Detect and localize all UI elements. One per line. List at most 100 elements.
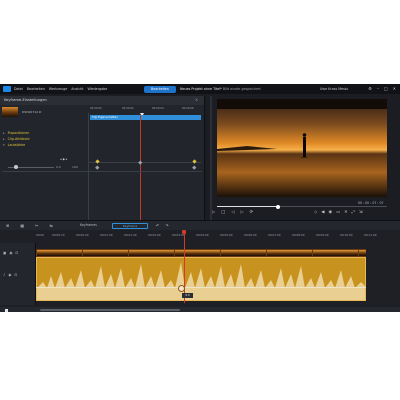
external-icon[interactable]: ⇲ xyxy=(359,209,363,214)
expand-arrow-icon[interactable]: ▸ xyxy=(3,131,5,135)
timeline-scrollbar[interactable] xyxy=(0,307,400,312)
snapshot-icon[interactable]: ◉ xyxy=(328,209,332,214)
marker-icon[interactable]: ◇ xyxy=(314,209,317,214)
timeline: ⊞ ▦ ✂ ⇆ Keyframes Keyframe ↶ ↷ 00:00 00:… xyxy=(0,220,400,312)
keyframe-ruler[interactable]: 00:00:00 00:00:02 00:00:04 00:00:06 xyxy=(88,107,200,113)
play-icon[interactable]: ▷ xyxy=(212,209,215,214)
film-frame xyxy=(202,250,212,256)
mute-icon[interactable]: ◉ xyxy=(8,273,11,277)
film-frame xyxy=(100,250,110,256)
divider xyxy=(89,162,201,163)
close-icon[interactable]: ✕ xyxy=(195,96,198,105)
preview-scrub-handle[interactable] xyxy=(276,204,280,209)
menu-playback-label[interactable]: Wiedergabe xyxy=(87,85,107,93)
film-frame xyxy=(137,250,147,256)
film-frame xyxy=(211,250,221,256)
keyframe-nav: ◂◆▸ xyxy=(60,157,68,161)
menu-bar: Datei Bearbeiten Werkzeuge Ansicht Ansic… xyxy=(0,84,400,94)
grid-icon[interactable]: ▦ xyxy=(20,221,24,230)
audio-clip[interactable] xyxy=(36,257,366,301)
divider xyxy=(2,171,202,172)
menu-edit[interactable]: Bearbeiten xyxy=(27,85,45,93)
film-frame xyxy=(257,250,267,256)
loop-icon[interactable]: ⟳ xyxy=(250,209,254,214)
visibility-icon[interactable]: ◉ xyxy=(9,251,12,255)
film-frame xyxy=(294,250,304,256)
track-headers: ▣ ◉ ⊡ ♪ ◉ ⊡ xyxy=(0,243,36,305)
volume-slider-handle[interactable] xyxy=(14,165,18,169)
maximize-icon[interactable]: □ xyxy=(384,85,388,93)
next-keyframe-icon[interactable]: ▸ xyxy=(66,157,69,161)
scrollbar-thumb[interactable] xyxy=(40,309,180,311)
user-name[interactable]: Uwe Krass Mestu xyxy=(320,85,348,93)
volume-value-secondary[interactable]: 100 xyxy=(72,165,78,169)
property-label: Fixpositionen xyxy=(7,131,30,135)
film-frame xyxy=(146,250,156,256)
edit-mode-button[interactable]: Bearbeiten xyxy=(144,85,176,93)
lock-icon[interactable]: ⊡ xyxy=(16,251,19,255)
keyframe-diamond[interactable] xyxy=(138,159,143,164)
film-frame xyxy=(82,250,92,256)
ruler-tick: 00:00:06 xyxy=(182,107,194,110)
film-frame xyxy=(248,250,258,256)
film-frame xyxy=(165,250,175,256)
keyframe-button[interactable]: Keyframe xyxy=(112,222,148,229)
film-frame xyxy=(91,250,101,256)
clip-thumbnail xyxy=(2,107,18,117)
keyframe-diamond[interactable] xyxy=(95,165,100,170)
film-frame xyxy=(36,250,46,256)
timeline-ruler[interactable]: 00:00 00:00:10 00:00:20 00:01:30 00:01:4… xyxy=(0,231,400,240)
stop-icon[interactable]: □ xyxy=(221,209,225,214)
menu-tools[interactable]: Werkzeuge xyxy=(49,85,67,93)
film-frame xyxy=(192,250,202,256)
keyframe-diamond[interactable] xyxy=(192,159,197,164)
keyframe-diamond[interactable] xyxy=(192,165,197,170)
clip-properties-bar[interactable]: Clip Eigenschaften xyxy=(90,115,201,120)
project-status: Bild wurde gespeichert xyxy=(222,87,261,91)
clip-name: DSD00712.D xyxy=(22,110,42,114)
ruler-tick: 00:01:40 xyxy=(124,233,137,237)
add-track-icon[interactable]: ⊞ xyxy=(6,221,9,230)
cut-icon[interactable]: ✂ xyxy=(35,221,38,230)
menu-file[interactable]: Datei xyxy=(14,85,23,93)
expand-arrow-icon[interactable]: ▸ xyxy=(3,137,5,141)
film-frame xyxy=(54,250,64,256)
property-fix-positions[interactable]: ▸ Fixpositionen xyxy=(3,131,29,135)
volume-value[interactable]: 0.0 xyxy=(56,165,61,169)
settings-icon[interactable]: ⚙ xyxy=(368,85,372,93)
property-volume[interactable]: ▾ Lautstärke xyxy=(3,143,25,147)
property-clip-attributes[interactable]: ▸ Clip-Attribute xyxy=(3,137,30,141)
fullscreen-icon[interactable]: ⤢ xyxy=(352,209,355,214)
minimize-icon[interactable]: – xyxy=(377,85,379,93)
close-icon[interactable]: ✕ xyxy=(393,85,396,93)
volume-tooltip: 0.0 xyxy=(182,293,193,298)
film-frame xyxy=(340,250,350,256)
crop-icon[interactable]: ✕ xyxy=(344,209,348,214)
panel-title: Keyframe-Einstellungen xyxy=(4,98,47,102)
playhead-line xyxy=(140,115,141,225)
video-track-header: ▣ ◉ ⊡ xyxy=(3,251,19,255)
film-frame xyxy=(238,250,248,256)
volume-keyframe-handle[interactable] xyxy=(178,285,185,292)
quality-icon[interactable]: ▭ xyxy=(336,209,340,214)
video-clip-filmstrip[interactable] xyxy=(36,249,366,257)
volume-icon[interactable]: ◀ xyxy=(321,209,324,214)
prev-frame-icon[interactable]: ◁ xyxy=(231,209,234,214)
film-frame xyxy=(183,250,193,256)
ruler-tick: 00:00:10 xyxy=(52,233,65,237)
main-menu: Datei Bearbeiten Werkzeuge Ansicht Ansic… xyxy=(14,85,107,93)
redo-icon[interactable]: ↷ xyxy=(165,221,168,230)
project-name: Neues Projekt ohne Titel* xyxy=(180,87,222,91)
volume-line[interactable] xyxy=(36,287,366,288)
film-frame xyxy=(156,250,166,256)
menu-view[interactable]: Ansicht xyxy=(71,85,83,93)
undo-icon[interactable]: ↶ xyxy=(156,221,159,230)
playback-controls: ▷ □ ◁ ▷ ⟳ xyxy=(212,209,253,214)
link-icon[interactable]: ⇆ xyxy=(50,221,53,230)
collapse-arrow-icon[interactable]: ▾ xyxy=(3,143,5,147)
scroll-end-icon[interactable] xyxy=(5,308,8,312)
next-frame-icon[interactable]: ▷ xyxy=(240,209,243,214)
ruler-tick: 00:09:00 xyxy=(316,233,329,237)
lock-icon[interactable]: ⊡ xyxy=(14,273,17,277)
keyframe-diamond[interactable] xyxy=(95,159,100,164)
